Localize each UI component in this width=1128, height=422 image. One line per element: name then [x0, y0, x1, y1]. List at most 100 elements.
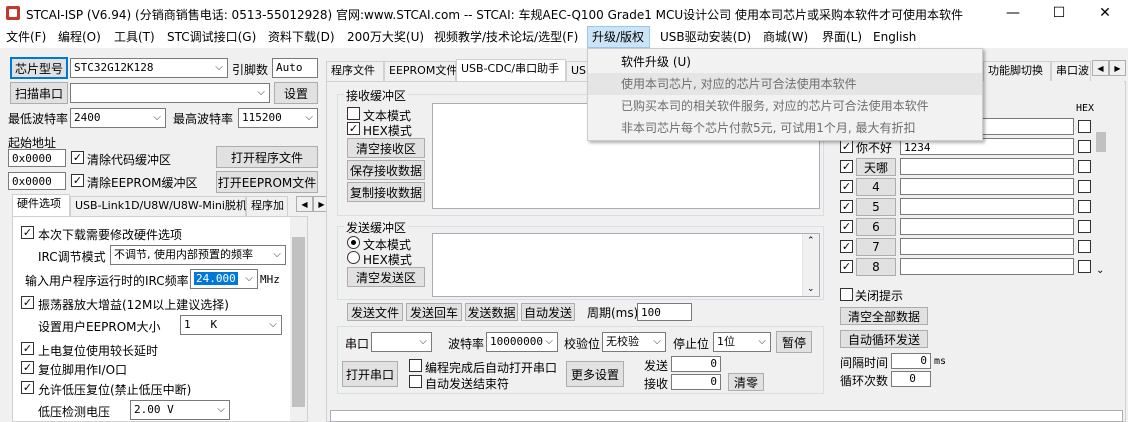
max-baud-select[interactable]: 115200 ⌵ [238, 108, 318, 128]
irc-freq-select[interactable]: 24.000 ⌵ [190, 269, 258, 289]
right-tab-scroll[interactable]: ◀ ▶ [1092, 60, 1126, 76]
port-select[interactable]: ⌵ [70, 83, 270, 103]
min-baud-select[interactable]: 2400 ⌵ [70, 108, 166, 128]
multi-row-7-hex[interactable] [1078, 260, 1091, 273]
copy-recv-button[interactable]: 复制接收数据 [347, 182, 425, 202]
multi-row-3-input[interactable] [900, 178, 1074, 195]
chip-model-select[interactable]: STC32G12K128 ⌵ [70, 58, 228, 78]
scan-port-button[interactable]: 扫描串口 [10, 82, 68, 104]
recv-hex-mode-checkbox[interactable]: ✓ [347, 122, 360, 135]
recv-text-mode-checkbox[interactable] [347, 107, 360, 120]
menu-item-non-our-chip[interactable]: 非本司芯片每个芯片付款5元, 可试用1个月, 最大有折扣 [588, 117, 982, 139]
save-recv-button[interactable]: 保存接收数据 [347, 160, 425, 180]
maximize-button[interactable]: ☐ [1036, 0, 1082, 26]
eeprom-address-input[interactable]: 0x0000 [8, 172, 66, 190]
multi-row-1-hex[interactable] [1078, 140, 1091, 153]
tab-scroll[interactable]: ◀ ▶ [296, 196, 330, 212]
menu-upgrade[interactable]: 升级/版权 [587, 26, 650, 48]
multi-row-3-checkbox[interactable]: ✓ [840, 180, 853, 193]
menu-downloads[interactable]: 资料下载(D) [264, 26, 339, 48]
options-scrollbar[interactable] [290, 217, 307, 421]
multi-row-4-checkbox[interactable]: ✓ [840, 200, 853, 213]
multi-row-6-button[interactable]: 7 [856, 238, 896, 256]
multi-row-4-hex[interactable] [1078, 200, 1091, 213]
menu-item-use-our-chip[interactable]: 使用本司芯片, 对应的芯片可合法使用本软件 [588, 73, 982, 95]
pause-button[interactable]: 暂停 [776, 331, 812, 353]
menu-tools[interactable]: 工具(T) [110, 26, 159, 48]
settings-button[interactable]: 设置 [274, 82, 318, 104]
scroll-thumb[interactable] [1096, 132, 1106, 152]
send-scrollbar[interactable]: ⌃ ⌄ [802, 234, 819, 296]
tab-eeprom-file[interactable]: EEPROM文件 [384, 61, 457, 81]
reset-io-checkbox[interactable]: ✓ [21, 361, 34, 374]
tab-usb[interactable]: USB [566, 61, 588, 81]
multi-row-2-hex[interactable] [1078, 160, 1091, 173]
send-data-button[interactable]: 发送数据 [465, 303, 518, 321]
scroll-left-icon[interactable]: ◀ [1092, 60, 1109, 76]
tab-usb-link[interactable]: USB-Link1D/U8W/U8W-Mini脱机 [70, 196, 247, 216]
multi-row-3-hex[interactable] [1078, 180, 1091, 193]
menu-shop[interactable]: 商城(W) [759, 26, 812, 48]
close-button[interactable]: ✕ [1082, 0, 1128, 26]
menu-video[interactable]: 视频教学/技术论坛/选型(F) [430, 26, 582, 48]
scroll-thumb[interactable] [292, 237, 305, 407]
tab-program-encrypt[interactable]: 程序加 [246, 196, 288, 216]
clear-count-button[interactable]: 清零 [728, 373, 764, 391]
menu-item-software-upgrade[interactable]: 软件升级 (U) [588, 51, 982, 73]
menu-item-purchased-service[interactable]: 已购买本司的相关软件服务, 对应的芯片可合法使用本软件 [588, 95, 982, 117]
tab-program-file[interactable]: 程序文件 [326, 61, 384, 81]
chip-type-button[interactable]: 芯片型号 [10, 57, 68, 79]
lv-detect-select[interactable]: 2.00 V ⌵ [130, 400, 230, 420]
send-file-button[interactable]: 发送文件 [347, 303, 403, 321]
multi-row-5-hex[interactable] [1078, 220, 1091, 233]
port-combo[interactable]: ⌵ [371, 332, 432, 352]
parity-combo[interactable]: 无校验 ⌵ [602, 332, 666, 352]
eeprom-size-select[interactable]: 1 K ⌵ [180, 315, 282, 335]
multi-row-4-button[interactable]: 5 [856, 198, 896, 216]
interval-input[interactable]: 0 [891, 353, 931, 369]
chevron-up-icon[interactable]: ⌃ [807, 236, 815, 246]
clear-all-button[interactable]: 清空全部数据 [840, 307, 928, 325]
send-enter-button[interactable]: 发送回车 [406, 303, 462, 321]
menu-prize[interactable]: 200万大奖(U) [343, 26, 428, 48]
multi-row-5-checkbox[interactable]: ✓ [840, 220, 853, 233]
menu-file[interactable]: 文件(F) [2, 26, 50, 48]
menu-interface[interactable]: 界面(L) [818, 26, 866, 48]
auto-send-button[interactable]: 自动发送 [521, 303, 575, 321]
menu-english[interactable]: English [869, 26, 920, 48]
multi-row-0-hex[interactable] [1078, 120, 1091, 133]
auto-open-checkbox[interactable] [409, 359, 422, 372]
multi-row-7-input[interactable] [900, 258, 1074, 275]
multi-row-3-button[interactable]: 4 [856, 178, 896, 196]
stop-bits-combo[interactable]: 1位 ⌵ [713, 332, 771, 352]
tab-hardware[interactable]: 硬件选项 [12, 194, 70, 216]
multi-row-7-checkbox[interactable]: ✓ [840, 260, 853, 273]
osc-gain-checkbox[interactable]: ✓ [21, 296, 34, 309]
period-input[interactable]: 100 [637, 303, 692, 321]
multi-row-2-input[interactable] [900, 158, 1074, 175]
minimize-button[interactable]: — [990, 0, 1036, 26]
multi-row-4-input[interactable] [900, 198, 1074, 215]
scroll-left-icon[interactable]: ◀ [296, 196, 313, 212]
chevron-down-icon[interactable]: ⌄ [1096, 265, 1104, 276]
multi-row-2-checkbox[interactable]: ✓ [840, 160, 853, 173]
irc-mode-select[interactable]: 不调节, 使用内部预置的频率 ⌵ [110, 245, 286, 265]
program-address-input[interactable]: 0x0000 [8, 149, 66, 167]
clear-eeprom-checkbox[interactable]: ✓ [71, 174, 84, 187]
open-port-button[interactable]: 打开串口 [342, 361, 398, 387]
tab-serial-assistant[interactable]: USB-CDC/串口助手 [456, 59, 566, 81]
multi-row-7-button[interactable]: 8 [856, 258, 896, 276]
chevron-down-icon[interactable]: ⌄ [807, 284, 815, 294]
multi-row-6-checkbox[interactable]: ✓ [840, 240, 853, 253]
multi-row-2-button[interactable]: 天哪 [856, 158, 896, 176]
multi-row-5-button[interactable]: 6 [856, 218, 896, 236]
send-text-mode-radio[interactable] [347, 236, 360, 249]
multi-row-6-hex[interactable] [1078, 240, 1091, 253]
more-settings-button[interactable]: 更多设置 [566, 361, 624, 387]
scroll-right-icon[interactable]: ▶ [1109, 60, 1126, 76]
menu-program[interactable]: 编程(O) [54, 26, 105, 48]
open-program-button[interactable]: 打开程序文件 [216, 146, 318, 168]
tab-pin-switch[interactable]: 功能脚切换 [983, 61, 1051, 81]
tab-serial-wave[interactable]: 串口波 [1051, 61, 1091, 81]
auto-end-checkbox[interactable] [409, 375, 422, 388]
